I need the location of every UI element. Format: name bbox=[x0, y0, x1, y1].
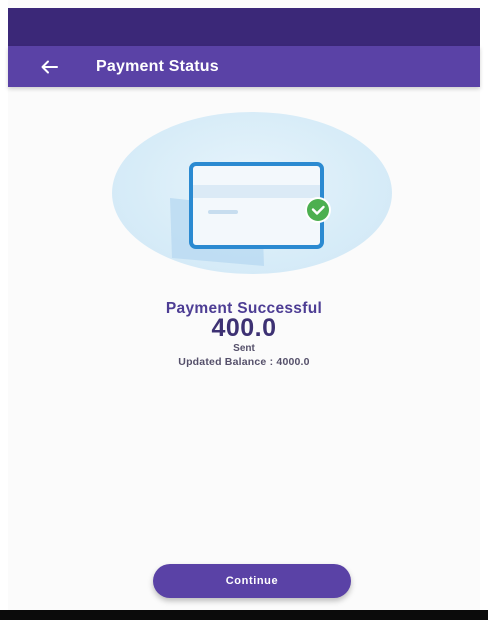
payment-amount: 400.0 bbox=[211, 314, 277, 342]
payment-status-screen: Payment Status Payment Successful 400.0 … bbox=[0, 0, 488, 620]
app-bar: Payment Status bbox=[8, 46, 480, 87]
back-button[interactable] bbox=[24, 46, 74, 87]
page-title: Payment Status bbox=[96, 57, 219, 75]
credit-card-check-icon bbox=[170, 162, 331, 266]
illustration-background bbox=[112, 112, 392, 274]
status-bar bbox=[8, 8, 480, 46]
sent-label: Sent bbox=[233, 343, 255, 354]
continue-button[interactable]: Continue bbox=[153, 564, 351, 598]
arrow-left-icon bbox=[41, 60, 58, 73]
updated-balance: Updated Balance : 4000.0 bbox=[178, 356, 310, 368]
navigation-bar bbox=[0, 610, 488, 620]
